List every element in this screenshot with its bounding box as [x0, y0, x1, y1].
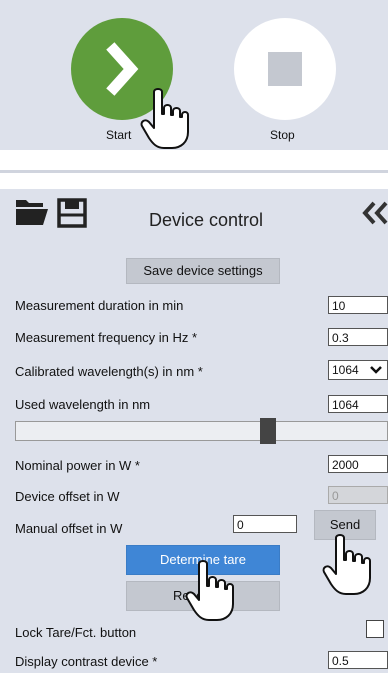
- lock-tare-checkbox[interactable]: [366, 620, 384, 638]
- calibrated-wavelength-label: Calibrated wavelength(s) in nm *: [15, 364, 203, 379]
- measurement-frequency-label: Measurement frequency in Hz *: [15, 330, 198, 345]
- device-offset-input: 0: [328, 486, 388, 504]
- save-icon[interactable]: [57, 198, 87, 228]
- manual-offset-input[interactable]: 0: [233, 515, 297, 533]
- wavelength-slider-thumb[interactable]: [260, 418, 276, 444]
- device-offset-label: Device offset in W: [15, 489, 120, 504]
- display-contrast-input[interactable]: 0.5: [328, 651, 388, 669]
- used-wavelength-input[interactable]: 1064: [328, 395, 388, 413]
- save-device-settings-label: Save device settings: [143, 263, 263, 278]
- send-label: Send: [329, 517, 361, 532]
- hand-pointer-icon: [140, 88, 189, 149]
- lock-tare-label: Lock Tare/Fct. button: [15, 625, 137, 640]
- chevron-down-icon: [370, 366, 382, 374]
- double-chevron-left-icon[interactable]: [362, 200, 388, 226]
- calibrated-wavelength-select[interactable]: 1064: [328, 360, 388, 380]
- stop-label: Stop: [270, 128, 295, 142]
- manual-offset-label: Manual offset in W: [15, 521, 123, 536]
- measurement-duration-label: Measurement duration in min: [15, 298, 184, 313]
- measurement-duration-input[interactable]: 10: [328, 296, 388, 314]
- used-wavelength-label: Used wavelength in nm: [15, 397, 151, 412]
- stop-square-icon: [268, 52, 302, 86]
- display-contrast-label: Display contrast device *: [15, 654, 158, 669]
- folder-icon[interactable]: [15, 198, 49, 226]
- nominal-power-input[interactable]: 2000: [328, 455, 388, 473]
- device-control-title: Device control: [149, 210, 264, 230]
- save-device-settings-button[interactable]: Save device settings: [126, 258, 280, 284]
- start-label: Start: [106, 128, 132, 142]
- hand-pointer-icon: [322, 534, 371, 595]
- wavelength-slider-track[interactable]: [15, 421, 388, 441]
- measurement-frequency-input[interactable]: 0.3: [328, 328, 388, 346]
- nominal-power-label: Nominal power in W *: [15, 458, 140, 473]
- stop-button[interactable]: [234, 18, 336, 120]
- hand-pointer-icon: [185, 560, 234, 621]
- section-divider: [0, 170, 388, 173]
- calibrated-wavelength-value: 1064: [332, 363, 359, 377]
